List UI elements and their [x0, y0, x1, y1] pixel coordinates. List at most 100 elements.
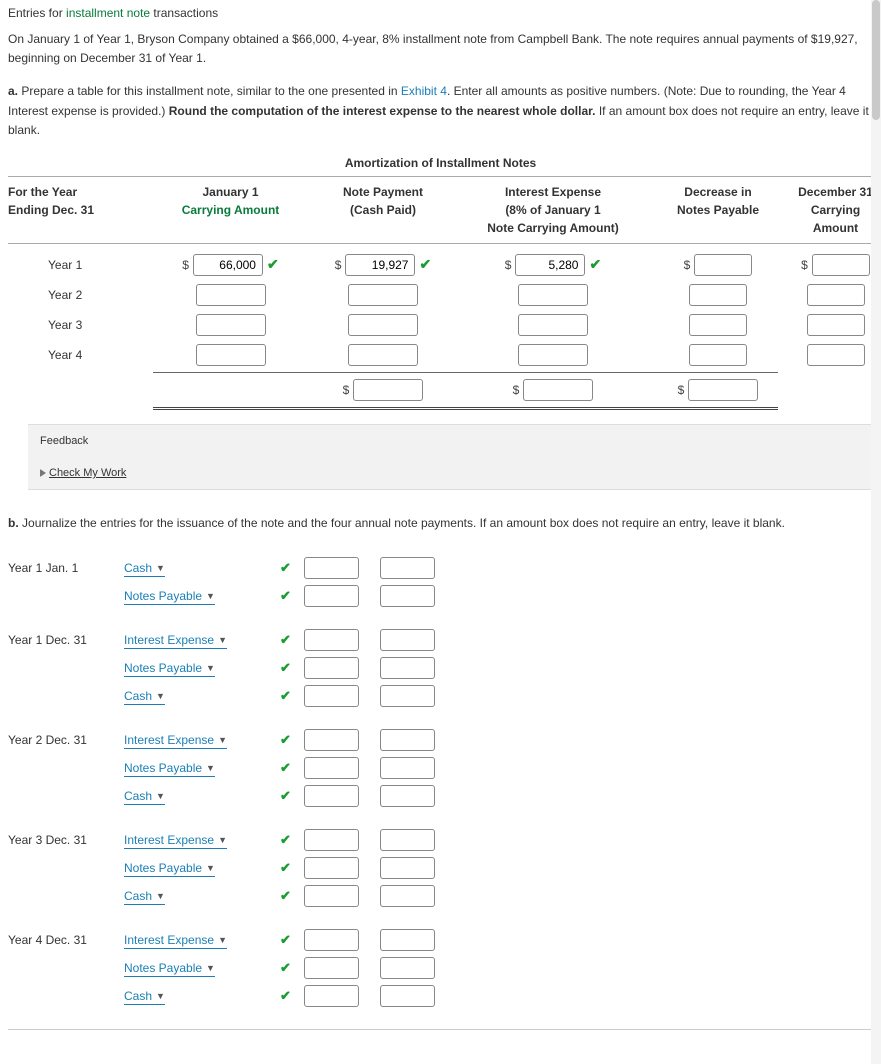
check-icon: ✔ — [419, 256, 431, 273]
totals-row: $ $ $ — [153, 372, 778, 410]
part-b-label: b. — [8, 516, 19, 530]
check-my-work-link[interactable]: Check My Work — [49, 467, 126, 479]
chevron-down-icon: ▼ — [218, 835, 227, 845]
account-select[interactable]: Notes Payable▼ — [124, 588, 215, 605]
account-select[interactable]: Notes Payable▼ — [124, 760, 215, 777]
debit-input[interactable] — [304, 957, 359, 979]
installment-note-link[interactable]: installment note — [66, 6, 150, 20]
chevron-down-icon: ▼ — [156, 563, 165, 573]
check-icon: ✔ — [280, 588, 291, 603]
credit-input[interactable] — [380, 657, 435, 679]
account-select[interactable]: Interest Expense▼ — [124, 732, 227, 749]
account-select[interactable]: Cash▼ — [124, 688, 165, 705]
journal-entry: Year 4 Dec. 31Interest Expense▼✔Notes Pa… — [8, 929, 873, 1007]
account-select[interactable]: Notes Payable▼ — [124, 860, 215, 877]
journal-date: Year 1 Dec. 31 — [8, 633, 118, 647]
payment-input[interactable] — [345, 254, 415, 276]
amort-table-title: Amortization of Installment Notes — [8, 148, 873, 177]
credit-input[interactable] — [380, 585, 435, 607]
dec31-input[interactable] — [812, 254, 870, 276]
total-decrease-input[interactable] — [688, 379, 758, 401]
credit-input[interactable] — [380, 829, 435, 851]
interest-input[interactable] — [518, 284, 588, 306]
scrollbar-track[interactable] — [871, 0, 881, 1064]
payment-input[interactable] — [348, 344, 418, 366]
debit-input[interactable] — [304, 985, 359, 1007]
debit-input[interactable] — [304, 785, 359, 807]
jan1-input[interactable] — [196, 344, 266, 366]
credit-input[interactable] — [380, 985, 435, 1007]
account-select[interactable]: Notes Payable▼ — [124, 660, 215, 677]
check-icon: ✔ — [280, 988, 291, 1003]
debit-input[interactable] — [304, 585, 359, 607]
credit-input[interactable] — [380, 557, 435, 579]
dollar-sign: $ — [335, 258, 342, 272]
col-pay-a: Note Payment — [343, 185, 423, 199]
payment-input[interactable] — [348, 314, 418, 336]
debit-input[interactable] — [304, 929, 359, 951]
account-select[interactable]: Cash▼ — [124, 788, 165, 805]
decrease-input[interactable] — [689, 344, 747, 366]
interest-input[interactable] — [515, 254, 585, 276]
credit-input[interactable] — [380, 729, 435, 751]
debit-input[interactable] — [304, 657, 359, 679]
check-icon: ✔ — [589, 256, 601, 273]
jan1-input[interactable] — [196, 284, 266, 306]
page-title: Entries for installment note transaction… — [8, 6, 873, 20]
debit-input[interactable] — [304, 857, 359, 879]
decrease-input[interactable] — [689, 284, 747, 306]
debit-input[interactable] — [304, 829, 359, 851]
interest-input[interactable] — [518, 314, 588, 336]
debit-input[interactable] — [304, 885, 359, 907]
credit-input[interactable] — [380, 929, 435, 951]
credit-input[interactable] — [380, 885, 435, 907]
feedback-panel: Feedback Check My Work — [28, 424, 873, 490]
decrease-input[interactable] — [689, 314, 747, 336]
check-icon: ✔ — [267, 256, 279, 273]
credit-input[interactable] — [380, 629, 435, 651]
debit-input[interactable] — [304, 729, 359, 751]
chevron-down-icon: ▼ — [218, 635, 227, 645]
account-select[interactable]: Interest Expense▼ — [124, 832, 227, 849]
payment-input[interactable] — [348, 284, 418, 306]
interest-input[interactable] — [518, 344, 588, 366]
jan1-input[interactable] — [196, 314, 266, 336]
debit-input[interactable] — [304, 685, 359, 707]
dec31-input[interactable] — [807, 344, 865, 366]
account-select[interactable]: Interest Expense▼ — [124, 932, 227, 949]
dec31-input[interactable] — [807, 314, 865, 336]
dec31-input[interactable] — [807, 284, 865, 306]
account-select[interactable]: Cash▼ — [124, 888, 165, 905]
decrease-input[interactable] — [694, 254, 752, 276]
journal-entry: Year 3 Dec. 31Interest Expense▼✔Notes Pa… — [8, 829, 873, 907]
chevron-down-icon: ▼ — [156, 791, 165, 801]
col-dec-b: Notes Payable — [677, 203, 759, 217]
year-label: Year 3 — [8, 318, 153, 332]
chevron-down-icon: ▼ — [218, 935, 227, 945]
credit-input[interactable] — [380, 757, 435, 779]
account-select[interactable]: Notes Payable▼ — [124, 960, 215, 977]
credit-input[interactable] — [380, 785, 435, 807]
part-a-text1: Prepare a table for this installment not… — [21, 84, 401, 98]
col-end-a: December 31 — [798, 185, 873, 199]
account-select[interactable]: Cash▼ — [124, 560, 165, 577]
scrollbar-thumb[interactable] — [872, 0, 880, 120]
debit-input[interactable] — [304, 557, 359, 579]
account-select[interactable]: Cash▼ — [124, 988, 165, 1005]
jan1-input[interactable] — [193, 254, 263, 276]
dollar-sign: $ — [678, 383, 685, 397]
total-interest-input[interactable] — [523, 379, 593, 401]
account-select[interactable]: Interest Expense▼ — [124, 632, 227, 649]
total-payment-input[interactable] — [353, 379, 423, 401]
chevron-down-icon: ▼ — [206, 591, 215, 601]
debit-input[interactable] — [304, 757, 359, 779]
journal-entry: Year 2 Dec. 31Interest Expense▼✔Notes Pa… — [8, 729, 873, 807]
dollar-sign: $ — [513, 383, 520, 397]
journal-section: Year 1 Jan. 1Cash▼✔Notes Payable▼✔Year 1… — [8, 557, 873, 1007]
credit-input[interactable] — [380, 957, 435, 979]
chevron-down-icon: ▼ — [156, 691, 165, 701]
credit-input[interactable] — [380, 857, 435, 879]
exhibit-link[interactable]: Exhibit 4 — [401, 84, 447, 98]
debit-input[interactable] — [304, 629, 359, 651]
credit-input[interactable] — [380, 685, 435, 707]
